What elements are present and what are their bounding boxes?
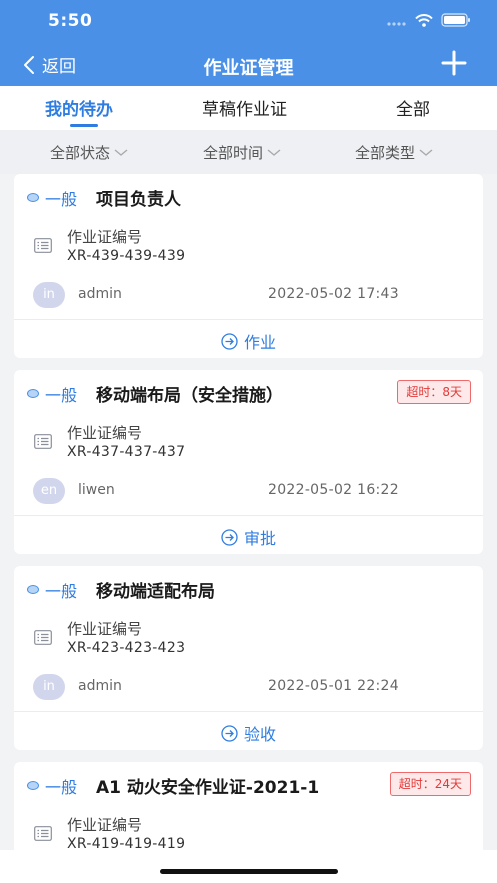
status-bar: 5:50	[0, 0, 497, 44]
arrow-circle-right-icon	[221, 332, 238, 350]
card-title: 移动端适配布局	[96, 582, 215, 602]
document-list-icon	[34, 434, 52, 449]
level-label: 一般	[45, 582, 78, 601]
arrow-circle-right-icon	[221, 528, 238, 546]
timestamp: 2022-05-02 17:43	[268, 286, 399, 302]
permit-number-label: 作业证编号	[67, 228, 143, 246]
tab-all[interactable]: 全部	[396, 95, 430, 120]
permit-number-label: 作业证编号	[67, 424, 143, 442]
status-icons	[387, 13, 471, 27]
tab-draft-permits[interactable]: 草稿作业证	[202, 95, 287, 120]
battery-icon	[441, 13, 470, 27]
chevron-down-icon	[267, 148, 281, 156]
action-label: 审批	[243, 529, 276, 548]
overdue-badge: 超时：8天	[397, 380, 471, 404]
chevron-down-icon	[419, 148, 433, 156]
user-name: admin	[78, 678, 122, 694]
filter-type[interactable]: 全部类型	[355, 142, 433, 163]
bottom-safe-area	[0, 850, 497, 883]
action-label: 作业	[243, 333, 276, 352]
back-label: 返回	[42, 57, 76, 77]
permit-card[interactable]: 一般 项目负责人 作业证编号 XR-439-439-439 in admin 2…	[14, 174, 483, 358]
add-icon[interactable]	[441, 50, 467, 76]
wifi-icon	[415, 13, 433, 27]
level-label: 一般	[45, 190, 78, 209]
avatar: in	[33, 674, 65, 700]
permit-number-label: 作业证编号	[67, 816, 143, 834]
back-button[interactable]: 返回	[22, 52, 76, 77]
level-dot-icon	[27, 781, 39, 790]
filter-time-label: 全部时间	[203, 144, 264, 162]
card-title: 项目负责人	[96, 190, 181, 210]
card-header: 一般 移动端适配布局	[14, 566, 483, 610]
level-dot-icon	[27, 193, 39, 202]
card-title: A1 动火安全作业证-2021-1	[96, 778, 320, 798]
action-button-approve[interactable]: 审批	[14, 516, 483, 554]
permit-number: XR-437-437-437	[67, 444, 186, 460]
filter-status[interactable]: 全部状态	[50, 142, 128, 163]
filter-time[interactable]: 全部时间	[203, 142, 281, 163]
tab-bar: 我的待办 草稿作业证 全部	[0, 86, 497, 130]
nav-bar: 返回 作业证管理	[0, 44, 497, 86]
level-label: 一般	[45, 386, 78, 405]
signal-icon	[387, 22, 406, 26]
card-header: 一般 项目负责人	[14, 174, 483, 218]
document-list-icon	[34, 630, 52, 645]
card-header: 一般 移动端布局（安全措施） 超时：8天	[14, 370, 483, 414]
timestamp: 2022-05-02 16:22	[268, 482, 399, 498]
avatar: en	[33, 478, 65, 504]
permit-number: XR-439-439-439	[67, 248, 186, 264]
timestamp: 2022-05-01 22:24	[268, 678, 399, 694]
card-title: 移动端布局（安全措施）	[96, 386, 283, 406]
action-label: 验收	[243, 725, 276, 744]
tab-my-todo[interactable]: 我的待办	[45, 95, 113, 120]
action-button-work[interactable]: 作业	[14, 320, 483, 358]
permit-card[interactable]: 一般 移动端布局（安全措施） 超时：8天 作业证编号 XR-437-437-43…	[14, 370, 483, 554]
filter-type-label: 全部类型	[355, 144, 416, 162]
permit-number: XR-423-423-423	[67, 640, 186, 656]
active-tab-indicator	[70, 124, 98, 127]
level-label: 一般	[45, 778, 78, 797]
level-dot-icon	[27, 389, 39, 398]
permit-card[interactable]: 一般 A1 动火安全作业证-2021-1 超时：24天 作业证编号 XR-419…	[14, 762, 483, 862]
filter-bar: 全部状态 全部时间 全部类型	[0, 130, 497, 174]
filter-status-label: 全部状态	[50, 144, 111, 162]
document-list-icon	[34, 826, 52, 841]
level-dot-icon	[27, 585, 39, 594]
user-name: liwen	[78, 482, 115, 498]
permit-number-label: 作业证编号	[67, 620, 143, 638]
chevron-left-icon	[24, 55, 34, 74]
card-header: 一般 A1 动火安全作业证-2021-1 超时：24天	[14, 762, 483, 806]
document-list-icon	[34, 238, 52, 253]
chevron-down-icon	[114, 148, 128, 156]
avatar: in	[33, 282, 65, 308]
arrow-circle-right-icon	[221, 724, 238, 742]
app-header: 5:50 返回 作业证管理	[0, 0, 497, 86]
permit-card[interactable]: 一般 移动端适配布局 作业证编号 XR-423-423-423 in admin…	[14, 566, 483, 750]
status-time: 5:50	[48, 11, 93, 31]
action-button-accept[interactable]: 验收	[14, 712, 483, 750]
home-indicator	[160, 869, 338, 874]
overdue-badge: 超时：24天	[389, 772, 471, 796]
user-name: admin	[78, 286, 122, 302]
